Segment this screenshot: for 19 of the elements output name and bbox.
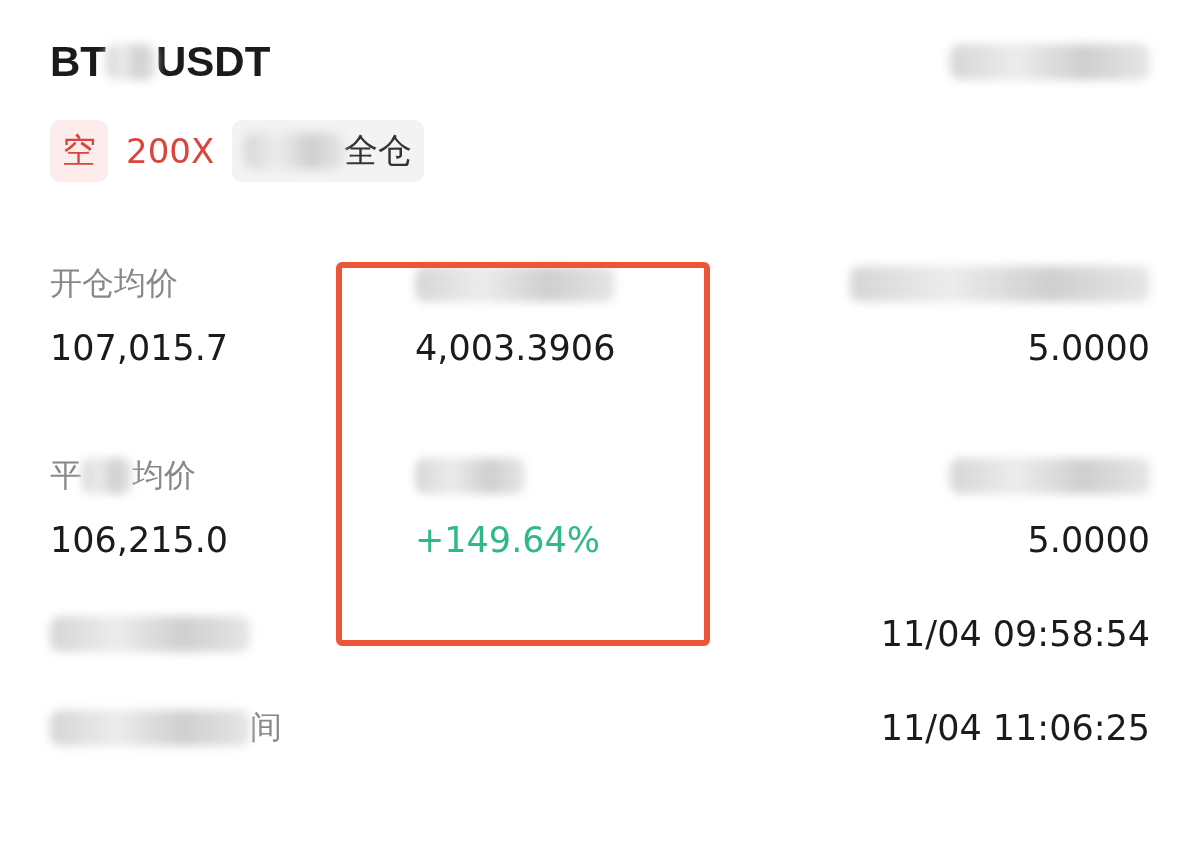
blurred-text — [106, 44, 156, 80]
stat-value: 4,003.3906 — [415, 328, 617, 368]
pair-title: BT — [50, 38, 106, 86]
stat-value: 107,015.7 — [50, 328, 230, 368]
blurred-text — [82, 458, 132, 494]
side-tag: 空 — [50, 120, 108, 182]
stat-value: 5.0000 — [1027, 328, 1150, 368]
pair-title: USDT — [156, 38, 271, 86]
stat-value: 106,215.0 — [50, 520, 230, 560]
stat-label: 开仓均价 — [50, 263, 178, 304]
detail-value: 11/04 09:58:54 — [880, 614, 1150, 654]
stat-label: 均价 — [132, 455, 196, 496]
stat-value: 5.0000 — [1027, 520, 1150, 560]
leverage-text: 200X — [126, 131, 215, 171]
detail-value: 11/04 11:06:25 — [880, 708, 1150, 748]
stat-value: +149.64% — [415, 520, 602, 560]
stat-label: 平 — [50, 455, 82, 496]
detail-label: 间 — [250, 707, 282, 748]
margin-tag: 全仓 — [232, 120, 425, 182]
